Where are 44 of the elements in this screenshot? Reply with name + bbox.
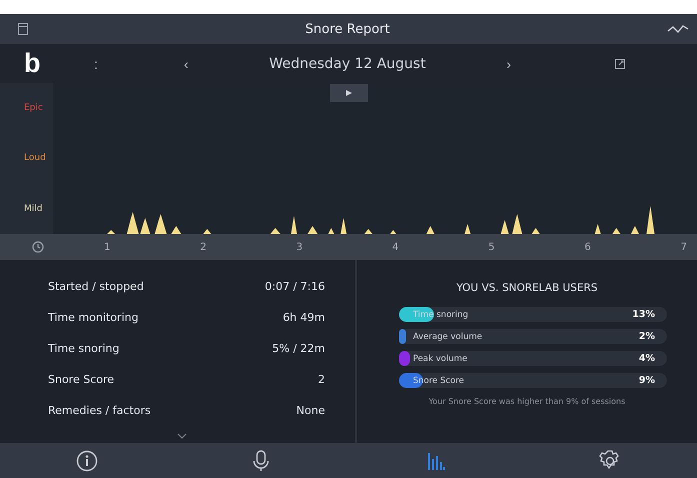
hour-label: 7 (680, 242, 687, 252)
hour-label: 2 (200, 242, 206, 252)
hour-label: 4 (392, 242, 399, 252)
bar-reading: 2% (638, 331, 655, 342)
settings-icon (598, 450, 621, 472)
next-button[interactable]: › (502, 56, 515, 72)
stat-label: Time monitoring (48, 311, 138, 324)
stat-value: None (296, 404, 325, 417)
stat-label: Started / stopped (48, 280, 144, 293)
date-title: Wednesday 12 August (268, 56, 427, 72)
bar-label: Time snoring (413, 310, 470, 320)
bar-reading: 9% (638, 375, 655, 386)
hour-label: 5 (488, 242, 495, 252)
previous-button[interactable]: ‹ (180, 56, 193, 72)
stat-value: 5% / 22m (272, 342, 325, 355)
bar-label: Average volume (413, 332, 484, 342)
clock-icon (32, 241, 44, 253)
stat-value: 2 (318, 373, 325, 386)
play-button[interactable] (330, 84, 368, 102)
info-icon (76, 450, 98, 472)
level-label: Loud (24, 153, 47, 164)
play-icon (346, 90, 352, 96)
stat-label: Remedies / factors (48, 404, 151, 417)
logo: b (24, 48, 42, 79)
comparison-note: Your Snore Score was higher than 9% of sessions (428, 397, 626, 406)
trend-icon[interactable] (667, 24, 689, 34)
level-label: Epic (24, 103, 44, 114)
stat-label: Time snoring (48, 342, 120, 355)
bar-reading: 13% (632, 309, 655, 320)
bar-reading: 4% (638, 353, 655, 364)
more-button[interactable]: : (90, 56, 102, 72)
stat-value: 0:07 / 7:16 (264, 280, 325, 293)
hour-label: 6 (584, 242, 591, 252)
chevron-down-icon[interactable] (177, 433, 187, 439)
bar-label: Peak volume (413, 354, 468, 364)
level-label: Mild (24, 204, 44, 214)
section-title: YOU VS. SNORELAB USERS (456, 282, 598, 294)
stat-value: 6h 49m (282, 311, 325, 324)
stat-label: Snore Score (48, 373, 114, 386)
hour-label: 3 (296, 242, 303, 252)
calendar-icon[interactable] (18, 23, 28, 35)
window-title: Snore Report (304, 22, 391, 36)
share-icon[interactable] (615, 58, 625, 68)
hour-label: 1 (104, 242, 110, 252)
